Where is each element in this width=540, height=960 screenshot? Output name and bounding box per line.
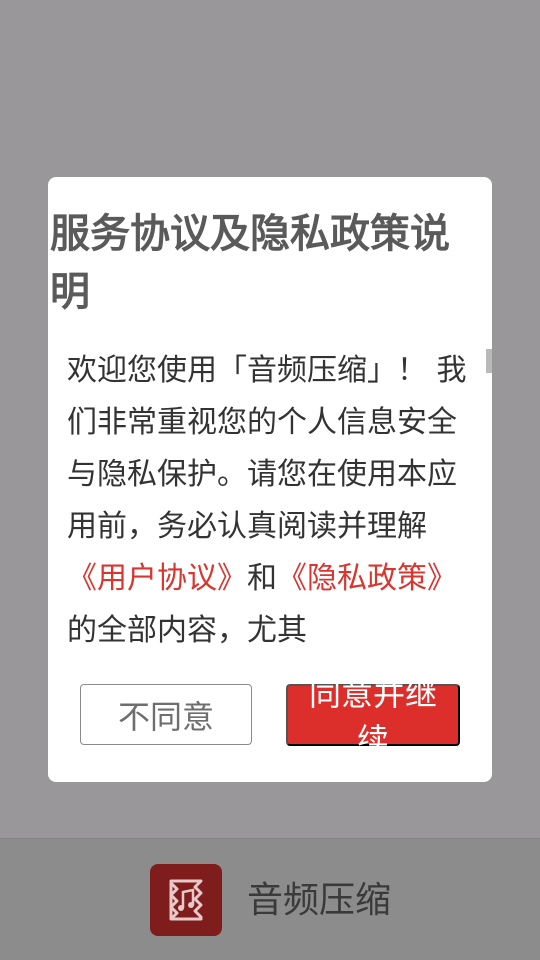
user-agreement-link[interactable]: 《用户协议》 — [67, 561, 247, 596]
app-name: 音频压缩 — [247, 880, 392, 921]
body-tail: 的全部内容，尤其 — [67, 613, 307, 648]
agree-continue-button[interactable]: 同意并继续 — [286, 675, 460, 759]
audio-file-icon — [169, 879, 203, 921]
body-intro: 欢迎您使用「音频压缩」！ 我们非常重视您的个人信息安全与隐私保护。请您在使用本应… — [67, 353, 467, 544]
disagree-button[interactable]: 不同意 — [80, 684, 252, 745]
dialog-body[interactable]: 欢迎您使用「音频压缩」！ 我们非常重视您的个人信息安全与隐私保护。请您在使用本应… — [67, 345, 467, 656]
privacy-dialog: 服务协议及隐私政策说明 欢迎您使用「音频压缩」！ 我们非常重视您的个人信息安全与… — [48, 177, 492, 782]
launch-footer: 音频压缩 — [0, 838, 540, 960]
privacy-policy-link[interactable]: 《隐私政策》 — [277, 561, 457, 596]
scrollbar[interactable] — [486, 349, 492, 373]
dialog-title: 服务协议及隐私政策说明 — [50, 211, 450, 315]
app-icon — [150, 864, 222, 936]
body-and: 和 — [247, 561, 277, 596]
